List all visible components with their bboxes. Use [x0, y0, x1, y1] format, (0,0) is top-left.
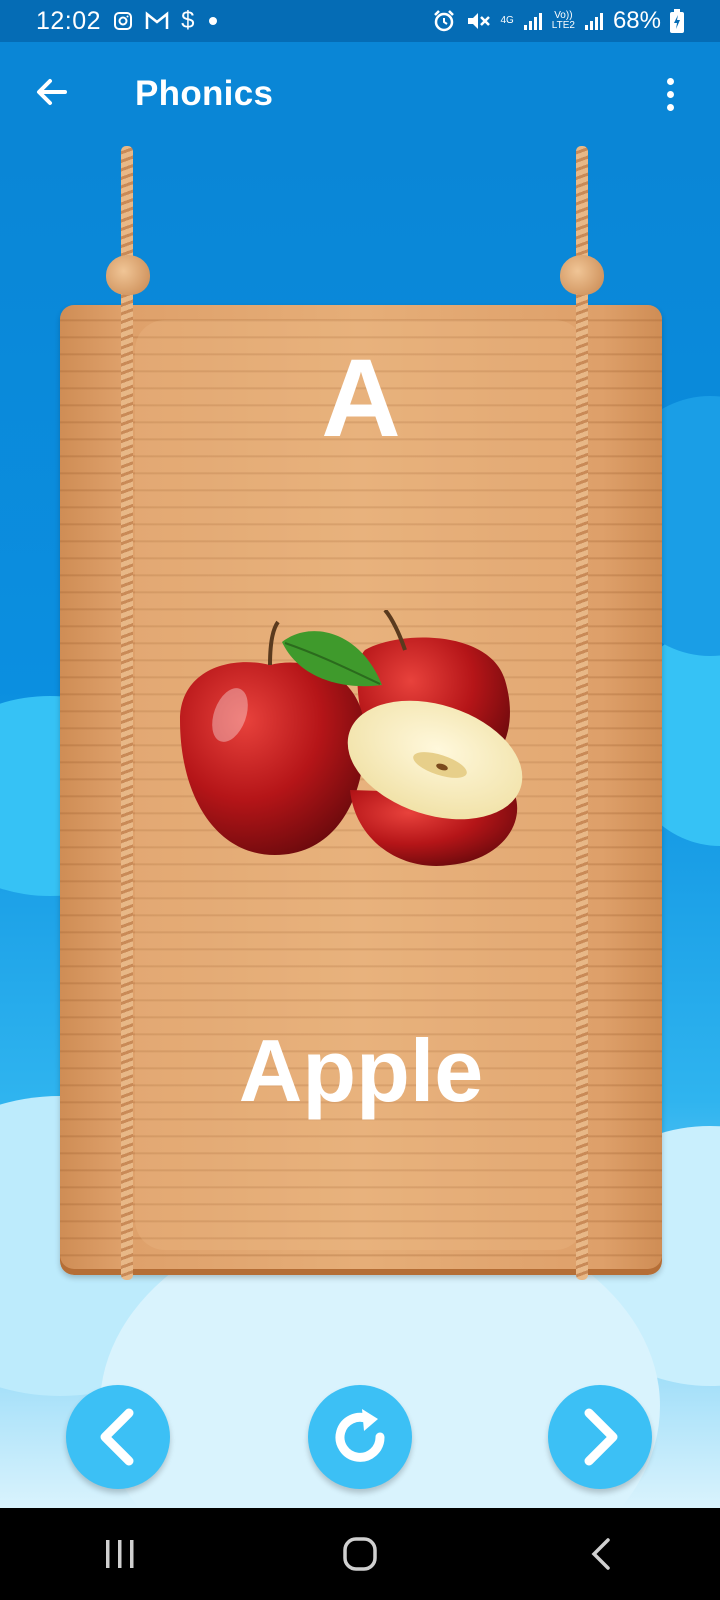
status-bar: 12:02 $ 4G Vo)) LTE2 68%: [0, 0, 720, 42]
gmail-icon: [145, 11, 169, 31]
home-icon: [343, 1537, 377, 1571]
rope-knot-right: [560, 255, 604, 295]
system-back-button[interactable]: [570, 1524, 630, 1584]
recent-apps-icon: [106, 1540, 134, 1568]
instagram-icon: [113, 11, 133, 31]
back-button[interactable]: [32, 72, 72, 112]
next-button[interactable]: [548, 1385, 652, 1489]
page-title: Phonics: [135, 74, 274, 113]
home-button[interactable]: [330, 1524, 390, 1584]
replay-button[interactable]: [308, 1385, 412, 1489]
battery-percent: 68%: [612, 7, 661, 34]
chevron-left-icon: [100, 1408, 134, 1466]
system-nav-bar: [0, 1508, 720, 1600]
network-4g-label: 4G: [500, 15, 514, 26]
battery-charging-icon: [670, 9, 684, 33]
status-time: 12:02: [36, 6, 102, 35]
volte-label: Vo)) LTE2: [551, 10, 575, 31]
signal-icon: [523, 11, 543, 31]
mute-icon: [465, 9, 491, 33]
more-options-button[interactable]: [660, 70, 680, 118]
apple-icon: [160, 608, 560, 900]
back-chevron-icon: [591, 1538, 610, 1570]
alarm-icon: [432, 9, 456, 33]
previous-button[interactable]: [66, 1385, 170, 1489]
more-vert-icon: [666, 77, 674, 85]
arrow-left-icon: [37, 79, 67, 105]
chevron-right-icon: [584, 1408, 618, 1466]
dot-icon: [206, 14, 220, 28]
recent-apps-button[interactable]: [90, 1524, 150, 1584]
phonics-word: Apple: [238, 1021, 484, 1120]
dollar-icon: $: [181, 7, 195, 34]
replay-icon: [335, 1409, 385, 1462]
phonics-letter: A: [321, 337, 401, 460]
signal-2-icon: [584, 11, 604, 31]
rope-knot-left: [106, 255, 150, 295]
app-bar: Phonics: [0, 42, 720, 146]
